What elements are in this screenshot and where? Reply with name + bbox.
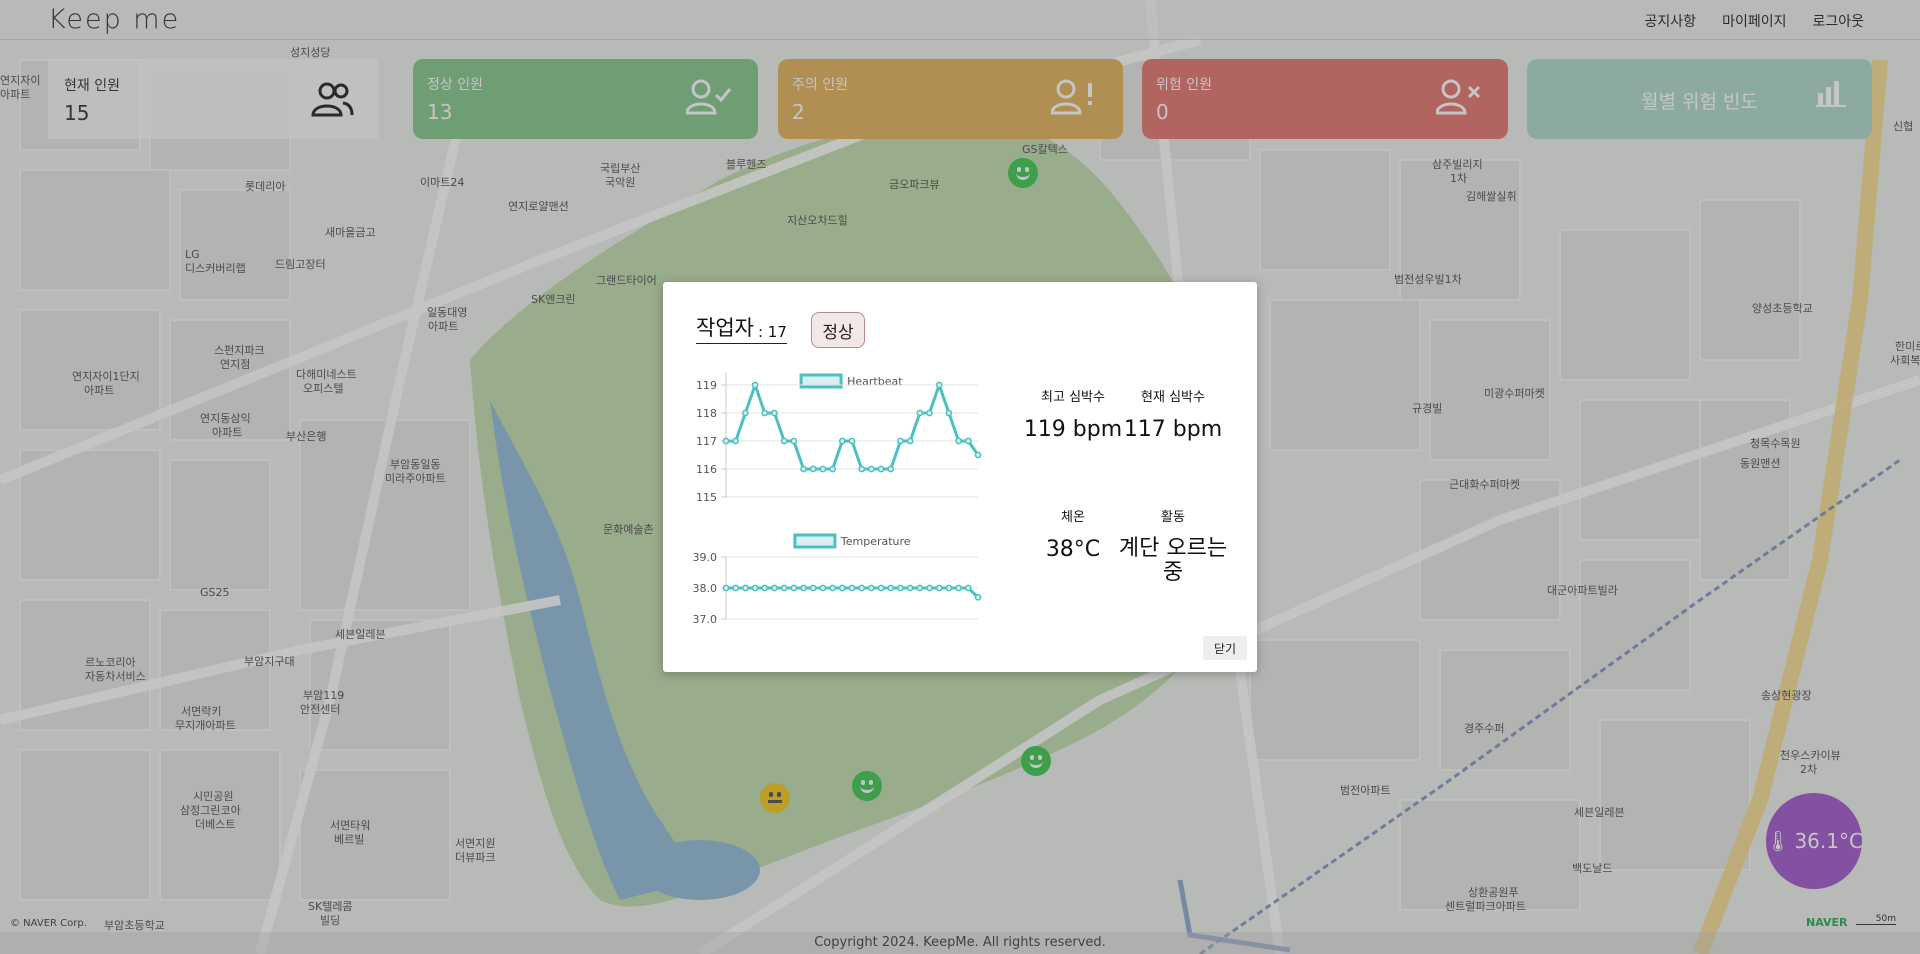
temperature-point[interactable] — [780, 584, 788, 592]
current-heartrate-value: 117 bpm — [1123, 417, 1223, 442]
temperature-point[interactable] — [897, 584, 904, 592]
temperature-legend-swatch — [793, 533, 837, 549]
heartbeat-point[interactable] — [887, 465, 895, 473]
temperature-point[interactable] — [761, 584, 769, 592]
temperature-point[interactable] — [722, 584, 730, 592]
current-heartrate-label: 현재 심박수 — [1141, 390, 1205, 405]
heartbeat-point[interactable] — [848, 437, 856, 445]
heartbeat-point[interactable] — [829, 465, 836, 473]
heartbeat-tick-label: 117 — [696, 435, 717, 448]
temperature-point[interactable] — [926, 584, 933, 592]
temperature-point[interactable] — [964, 584, 972, 592]
heartbeat-point[interactable] — [916, 409, 924, 417]
heartbeat-point[interactable] — [809, 465, 817, 473]
temperature-point[interactable] — [800, 584, 807, 592]
heartbeat-point[interactable] — [906, 437, 914, 445]
heartbeat-point[interactable] — [761, 409, 769, 417]
temperature-point[interactable] — [751, 584, 759, 592]
temperature-point[interactable] — [829, 584, 836, 592]
heartbeat-legend: Heartbeat — [799, 373, 903, 389]
temperature-point[interactable] — [732, 584, 740, 592]
temperature-tick-label: 38.0 — [693, 582, 718, 595]
temperature-point[interactable] — [955, 584, 962, 592]
temperature-point[interactable] — [935, 584, 943, 592]
temperature-point[interactable] — [858, 584, 866, 592]
temperature-point[interactable] — [809, 584, 817, 592]
temperature-legend-label: Temperature — [840, 535, 911, 548]
activity-label: 활동 — [1161, 510, 1185, 525]
heartbeat-point[interactable] — [771, 409, 778, 417]
heartbeat-point[interactable] — [838, 437, 846, 445]
heartbeat-chart: Heartbeat120119118117116115 — [696, 372, 982, 504]
heartbeat-point[interactable] — [964, 437, 972, 445]
heartbeat-tick-label: 116 — [696, 463, 717, 476]
heartbeat-series-line — [726, 383, 980, 471]
heartbeat-tick-label: 115 — [696, 491, 717, 504]
status-badge: 정상 — [811, 312, 865, 348]
close-button[interactable]: 닫기 — [1203, 636, 1247, 660]
heartbeat-point[interactable] — [790, 437, 798, 445]
temperature-point[interactable] — [887, 584, 895, 592]
heartbeat-point[interactable] — [868, 465, 875, 473]
temperature-point[interactable] — [945, 584, 953, 592]
worker-id: : 17 — [757, 323, 787, 341]
modal-title-label: 작업자 — [696, 316, 754, 340]
heartbeat-point[interactable] — [751, 381, 759, 389]
heartbeat-point[interactable] — [858, 465, 866, 473]
worker-detail-modal: 작업자 : 17 정상 Heartbeat120119118117116115 … — [663, 282, 1257, 672]
heartbeat-point[interactable] — [732, 437, 740, 445]
modal-title: 작업자 : 17 — [696, 312, 787, 344]
heartbeat-point[interactable] — [780, 437, 788, 445]
heartbeat-point[interactable] — [819, 465, 827, 473]
activity-metric: 활동 계단 오르는 중 — [1113, 506, 1233, 585]
temperature-point[interactable] — [838, 584, 846, 592]
temperature-point[interactable] — [974, 593, 982, 601]
heartbeat-point[interactable] — [935, 381, 943, 389]
temperature-point[interactable] — [790, 584, 798, 592]
temperature-tick-label: 39.0 — [693, 551, 718, 564]
heartbeat-point[interactable] — [877, 465, 885, 473]
temperature-point[interactable] — [906, 584, 914, 592]
heartbeat-point[interactable] — [800, 465, 807, 473]
temperature-point[interactable] — [771, 584, 778, 592]
current-heartrate-metric: 현재 심박수 117 bpm — [1113, 386, 1233, 442]
temperature-point[interactable] — [819, 584, 827, 592]
heartbeat-point[interactable] — [974, 451, 982, 459]
temperature-point[interactable] — [848, 584, 856, 592]
temperature-tick-label: 37.0 — [693, 613, 718, 626]
temperature-chart: Temperature 39.0 38.0 37.0 — [693, 533, 982, 626]
heartbeat-point[interactable] — [955, 437, 962, 445]
temperature-legend: Temperature — [793, 533, 911, 549]
heartbeat-tick-label: 118 — [696, 407, 717, 420]
heartbeat-point[interactable] — [742, 409, 749, 417]
heartbeat-point[interactable] — [926, 409, 933, 417]
heartbeat-point[interactable] — [722, 437, 730, 445]
heartbeat-legend-label: Heartbeat — [847, 375, 903, 388]
heartbeat-point[interactable] — [897, 437, 904, 445]
heartbeat-point[interactable] — [945, 409, 953, 417]
temperature-point[interactable] — [868, 584, 875, 592]
temperature-point[interactable] — [877, 584, 885, 592]
temperature-point[interactable] — [742, 584, 749, 592]
heartbeat-tick-label: 119 — [696, 379, 717, 392]
temperature-point[interactable] — [916, 584, 924, 592]
activity-value: 계단 오르는 중 — [1118, 536, 1228, 585]
